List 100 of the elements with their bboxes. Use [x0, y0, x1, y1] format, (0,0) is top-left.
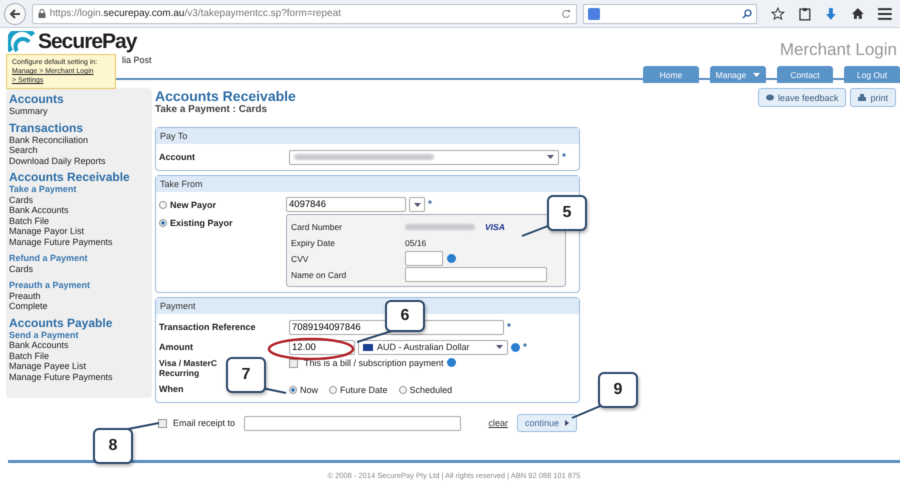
radio-button[interactable] [329, 386, 338, 394]
logo-icon [8, 31, 35, 52]
continue-button[interactable]: continue [517, 414, 577, 432]
reload-icon[interactable] [560, 8, 571, 18]
page-title: Accounts Receivable [155, 88, 297, 104]
radio-label: Future Date [340, 385, 388, 395]
speech-bubble-icon [766, 94, 774, 102]
sidebar-link[interactable]: Manage Payor List [9, 226, 149, 236]
sidebar-subheading[interactable]: Preauth a Payment [9, 280, 149, 290]
sidebar-heading: Accounts Receivable [9, 170, 131, 184]
dropdown-button[interactable] [409, 197, 425, 212]
input-field[interactable] [405, 251, 443, 266]
back-arrow-icon [8, 8, 21, 20]
field-label: When [159, 384, 184, 394]
field-label: Recurring [159, 368, 200, 378]
back-button[interactable] [4, 2, 26, 24]
download-icon[interactable] [824, 6, 837, 20]
flag-icon [363, 344, 373, 350]
checkbox-label: This is a bill / subscription payment [304, 358, 444, 368]
expiry-value: 05/16 [405, 238, 426, 248]
sidebar-link[interactable]: Preauth [9, 290, 149, 301]
payor-input[interactable]: 4097846 [286, 197, 406, 212]
panel-header: Take From [156, 176, 579, 192]
account-select[interactable] [289, 150, 559, 164]
checkbox[interactable] [289, 359, 298, 368]
required-mark: * [562, 152, 566, 162]
email-input[interactable] [244, 416, 462, 430]
radio-label: Now [300, 385, 318, 395]
callout-number: 7 [226, 357, 266, 393]
field-label: Transaction Reference [159, 322, 256, 332]
sidebar-subheading[interactable]: Refund a Payment [9, 253, 149, 264]
input-field[interactable] [405, 267, 547, 282]
logo-text: SecurePay [38, 31, 136, 52]
checkbox-label: Email receipt to [173, 418, 236, 428]
help-icon[interactable] [446, 358, 456, 367]
search-field[interactable] [582, 4, 758, 24]
radio-button[interactable] [289, 386, 297, 394]
required-mark: * [428, 199, 432, 210]
caret-icon [547, 155, 554, 159]
sidebar-link[interactable]: Download Daily Reports [9, 156, 149, 166]
url-text: https://login.securepay.com.au/v3/takepaymentcc.sp?form=repeat [50, 8, 342, 19]
card-brand: VISA [485, 222, 505, 232]
field-label: Card Number [291, 222, 344, 232]
sidebar-link[interactable]: Complete [9, 301, 149, 312]
page-subtitle: Take a Payment : Cards [155, 104, 268, 115]
action-button[interactable]: print [850, 88, 896, 107]
required-mark: * [507, 322, 511, 332]
radio-label: Existing Payor [170, 218, 233, 228]
callout-number: 5 [547, 195, 587, 231]
field-label: Name on Card [291, 270, 348, 280]
caret-icon [753, 72, 760, 76]
sidebar-link[interactable]: Cards [9, 194, 149, 205]
help-icon[interactable] [447, 254, 456, 263]
sidebar-link[interactable]: Cards [9, 264, 149, 274]
field-label: Expiry Date [291, 238, 336, 248]
help-icon[interactable] [511, 342, 520, 352]
field-label: Amount [159, 342, 193, 352]
field-label: Visa / MasterC [159, 358, 217, 368]
radio-label: Scheduled [410, 385, 452, 395]
lock-icon [38, 9, 46, 18]
sidebar-link[interactable]: Bank Accounts [9, 205, 149, 216]
sidebar-link[interactable]: Manage Future Payments [9, 372, 149, 382]
arrow-icon [565, 420, 570, 426]
sidebar-subheading[interactable]: Send a Payment [9, 330, 149, 340]
sidebar-link[interactable]: Manage Payee List [9, 361, 149, 372]
logo-tagline: lia Post [122, 55, 152, 65]
sidebar-link[interactable]: Manage Future Payments [9, 236, 149, 247]
search-icon[interactable] [742, 8, 752, 18]
sidebar-link[interactable]: Batch File [9, 216, 149, 226]
currency-select[interactable]: AUD - Australian Dollar [358, 340, 508, 354]
sidebar-link[interactable]: Search [9, 145, 149, 156]
search-engine-icon [588, 8, 600, 20]
menu-icon[interactable] [878, 8, 892, 20]
address-bar[interactable]: https://login.securepay.com.au/v3/takepaymentcc.sp?form=repeat [32, 4, 577, 24]
sidebar-subheading[interactable]: Take a Payment [9, 184, 149, 194]
sidebar-heading: Accounts Payable [9, 316, 114, 330]
radio-button[interactable] [159, 219, 167, 227]
panel-header: Pay To [156, 128, 579, 144]
checkbox[interactable] [158, 419, 167, 428]
sidebar-heading: Accounts [9, 92, 65, 106]
callout-number: 9 [598, 372, 638, 408]
printer-icon [858, 94, 866, 102]
star-icon[interactable] [771, 6, 786, 20]
clear-link[interactable]: clear [488, 418, 508, 428]
sidebar-link[interactable]: Bank Accounts [9, 340, 149, 350]
radio-button[interactable] [398, 386, 407, 394]
clipboard-icon[interactable] [799, 6, 811, 20]
action-button[interactable]: leave feedback [758, 88, 846, 107]
caret-icon [496, 345, 503, 349]
radio-label: New Payor [170, 200, 216, 210]
sidebar-link[interactable]: Bank Reconciliation [9, 134, 149, 145]
callout-number: 8 [93, 428, 133, 464]
sidebar-link[interactable]: Summary [9, 106, 149, 116]
field-label: Account [159, 152, 195, 162]
home-icon[interactable] [850, 7, 864, 20]
sidebar-link[interactable]: Batch File [9, 350, 149, 361]
radio-button[interactable] [159, 201, 167, 209]
sidebar-heading: Transactions [9, 120, 84, 134]
field-label: CVV [291, 254, 310, 264]
merchant-login-title: Merchant Login [780, 39, 898, 61]
